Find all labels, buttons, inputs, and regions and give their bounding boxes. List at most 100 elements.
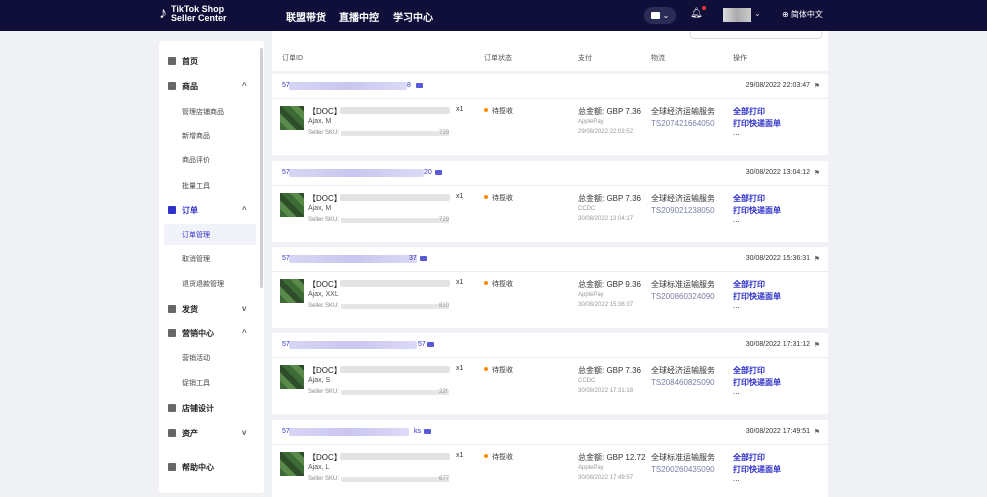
order-id-suffix[interactable]: 37 [409,255,417,262]
order-id-redacted [289,428,409,436]
sidebar-item-9[interactable]: 退货退款管理 [182,279,224,289]
language-selector[interactable]: ⊕ 简体中文 [782,9,823,20]
print-all-button[interactable]: 全部打印 [733,106,765,117]
print-all-button[interactable]: 全部打印 [733,452,765,463]
print-all-button[interactable]: 全部打印 [733,279,765,290]
sidebar-item-5[interactable]: 批量工具 [182,181,210,191]
column-order-id: 订单ID [282,55,303,62]
print-all-button[interactable]: 全部打印 [733,193,765,204]
seller-sku-redacted [341,390,449,395]
message-tag-icon[interactable] [435,170,442,175]
sidebar-item-16[interactable]: 帮助中心 [168,462,214,473]
sidebar-item-2[interactable]: 管理店铺商品 [182,107,224,117]
order-status: 待揽收 [484,193,513,203]
bookmark-icon[interactable]: ⚑ [814,428,820,436]
sidebar-item-6[interactable]: 订单 ^ [168,205,247,216]
message-tag-icon[interactable] [416,83,423,88]
payment-method: ApplePay [578,465,604,471]
sidebar-item-7[interactable]: 订单管理 [182,230,210,240]
tiktok-shop-logo[interactable]: ♪ TikTok Shop Seller Center [159,5,227,23]
bookmark-icon[interactable]: ⚑ [814,341,820,349]
sidebar-item-8[interactable]: 取消管理 [182,254,210,264]
print-label-button[interactable]: 打印快递面单 [733,377,781,388]
tracking-number[interactable]: TS208460825090 [651,378,715,387]
shop-design-icon [168,404,176,412]
nav-affiliate[interactable]: 联盟带货 [286,9,326,24]
tracking-number[interactable]: TS207421664050 [651,119,715,128]
order-id-suffix[interactable]: 20 [424,169,432,176]
product-thumbnail[interactable] [280,365,304,389]
seller-sku-redacted [341,477,449,482]
chevron-down-icon[interactable]: v [242,428,246,437]
shipping-icon [168,305,176,313]
payment-time: 29/08/2022 22:03:52 [578,129,634,135]
sidebar-item-10[interactable]: 发货 v [168,304,246,315]
more-actions-button[interactable]: ... [733,474,740,483]
order-id-suffix[interactable]: ks [414,428,421,435]
product-thumbnail[interactable] [280,193,304,217]
sidebar-item-11[interactable]: 营销中心 ^ [168,328,247,339]
seller-sku-label: Seller SKU: [308,217,340,223]
order-id-suffix[interactable]: 8 [407,82,411,89]
bookmark-icon[interactable]: ⚑ [814,169,820,177]
product-title[interactable]: 【DOC】 [308,193,342,204]
product-title[interactable]: 【DOC】 [308,106,342,117]
message-tag-icon[interactable] [420,256,427,261]
sidebar-item-0[interactable]: 首页 [168,56,198,67]
sidebar-item-label: 退货退款管理 [182,281,224,288]
product-title-redacted [340,280,450,287]
product-variant: Ajax, M [308,205,332,212]
message-button[interactable]: ⌄ [644,7,676,24]
tracking-number[interactable]: TS200860324090 [651,292,715,301]
chevron-up-icon[interactable]: ^ [242,81,247,90]
notification-bell-icon[interactable]: 🔔︎ [690,6,706,19]
sidebar-item-3[interactable]: 新增商品 [182,131,210,141]
sidebar-item-label: 订单管理 [182,232,210,239]
sidebar-item-12[interactable]: 营销活动 [182,353,210,363]
more-actions-button[interactable]: ... [733,387,740,396]
search-box[interactable] [690,31,822,39]
bookmark-icon[interactable]: ⚑ [814,82,820,90]
product-thumbnail[interactable] [280,452,304,476]
product-title[interactable]: 【DOC】 [308,279,342,290]
product-thumbnail[interactable] [280,106,304,130]
print-label-button[interactable]: 打印快递面单 [733,205,781,216]
sidebar-item-14[interactable]: 店铺设计 [168,403,214,414]
top-bar: ♪ TikTok Shop Seller Center 联盟带货 直播中控 学习… [0,0,987,31]
print-all-button[interactable]: 全部打印 [733,365,765,376]
product-thumbnail[interactable] [280,279,304,303]
chevron-up-icon[interactable]: ^ [242,205,247,214]
nav-live-control[interactable]: 直播中控 [339,9,379,24]
more-actions-button[interactable]: ... [733,301,740,310]
sidebar-item-1[interactable]: 商品 ^ [168,81,247,92]
more-actions-button[interactable]: ... [733,128,740,137]
message-tag-icon[interactable] [424,429,431,434]
print-label-button[interactable]: 打印快递面单 [733,464,781,475]
sidebar-item-13[interactable]: 促销工具 [182,378,210,388]
tracking-number[interactable]: TS209021238050 [651,206,715,215]
product-variant: Ajax, S [308,377,331,384]
seller-sku-suffix: 677 [439,476,450,482]
sidebar-item-4[interactable]: 商品评价 [182,155,210,165]
chevron-up-icon[interactable]: ^ [242,328,247,337]
order-card: 57 20 30/08/2022 13:04:12 ⚑ 【DOC】 x1 Aja… [272,161,828,242]
sidebar-item-label: 管理店铺商品 [182,109,224,116]
print-label-button[interactable]: 打印快递面单 [733,291,781,302]
account-chevron-down-icon[interactable]: ⌄ [754,9,761,18]
more-actions-button[interactable]: ... [733,215,740,224]
nav-learning-center[interactable]: 学习中心 [393,9,433,24]
message-tag-icon[interactable] [427,342,434,347]
bookmark-icon[interactable]: ⚑ [814,255,820,263]
sidebar-item-15[interactable]: 资产 v [168,428,246,439]
product-title[interactable]: 【DOC】 [308,452,342,463]
tracking-number[interactable]: TS200260435090 [651,465,715,474]
sidebar-scrollbar[interactable] [260,48,263,288]
product-title[interactable]: 【DOC】 [308,365,342,376]
order-id-suffix[interactable]: 57 [418,341,426,348]
notification-dot [701,6,706,10]
account-avatar[interactable] [723,8,751,22]
print-label-button[interactable]: 打印快递面单 [733,118,781,129]
chevron-down-icon[interactable]: v [242,304,246,313]
product-title-redacted [340,453,450,460]
payment-time: 30/08/2022 13:04:17 [578,216,634,222]
